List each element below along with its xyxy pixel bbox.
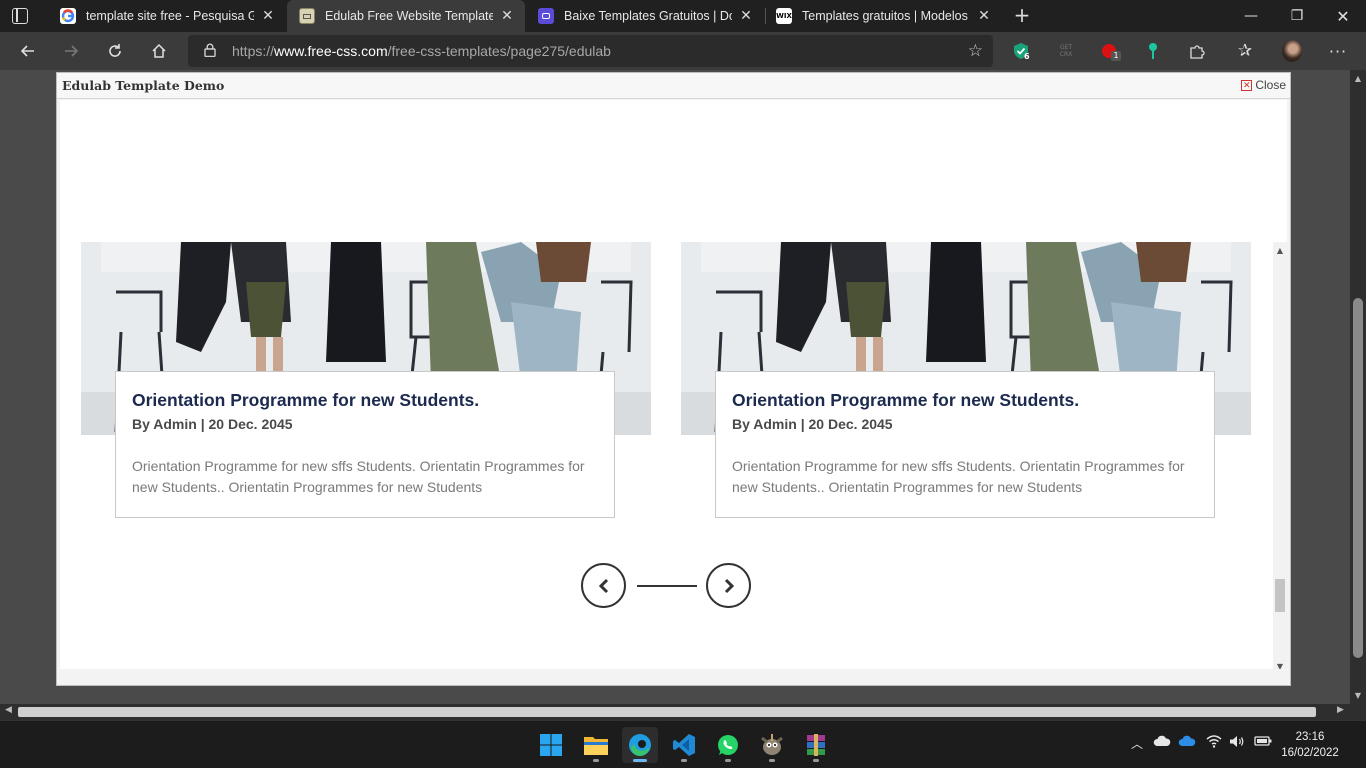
- file-explorer-icon[interactable]: [578, 727, 614, 763]
- battery-icon[interactable]: [1254, 735, 1272, 751]
- card-text: Orientation Programme for new sffs Stude…: [132, 458, 585, 495]
- tab-close-icon[interactable]: ✕: [499, 8, 515, 24]
- iframe-scrollbar[interactable]: ▲ ▼: [1273, 242, 1287, 669]
- page-horizontal-scrollbar[interactable]: ◀ ▶: [0, 704, 1350, 720]
- vscode-icon[interactable]: [666, 727, 702, 763]
- back-icon[interactable]: [13, 36, 43, 66]
- forward-icon[interactable]: [56, 36, 86, 66]
- wifi-icon[interactable]: [1206, 735, 1222, 752]
- gimp-icon[interactable]: [754, 727, 790, 763]
- home-icon[interactable]: [144, 36, 174, 66]
- card-title[interactable]: Orientation Programme for new Students.: [132, 390, 598, 411]
- volume-icon[interactable]: [1229, 735, 1245, 752]
- getcrx-extension-icon[interactable]: GET CRX: [1055, 41, 1077, 61]
- shield-extension-icon[interactable]: 6: [1011, 41, 1031, 61]
- cloud-icon[interactable]: [1153, 735, 1171, 751]
- tab-bar: template site free - Pesquisa Goo ✕ Edul…: [0, 0, 1366, 32]
- scrollbar-corner: [1350, 704, 1366, 720]
- tray-overflow-icon[interactable]: ︿: [1131, 735, 1143, 752]
- scroll-thumb[interactable]: [1275, 579, 1285, 612]
- browser-toolbar: https://www.free-css.com/free-css-templa…: [0, 32, 1366, 70]
- page-vertical-scrollbar[interactable]: ▲ ▼: [1350, 70, 1366, 704]
- modal-title: Edulab Template Demo: [62, 78, 225, 93]
- whatsapp-icon[interactable]: [710, 727, 746, 763]
- tab-label: Baixe Templates Gratuitos | Dow: [564, 9, 732, 23]
- minimize-button[interactable]: —: [1228, 0, 1274, 32]
- key-extension-icon[interactable]: [1143, 41, 1163, 61]
- wix-icon: WIX: [776, 8, 792, 24]
- tab-actions-icon[interactable]: [12, 8, 28, 24]
- chevron-left-icon: [598, 578, 608, 593]
- templates-icon: [538, 8, 554, 24]
- tab-close-icon[interactable]: ✕: [738, 8, 754, 24]
- google-icon: [60, 8, 76, 24]
- new-tab-icon[interactable]: +: [1012, 5, 1032, 25]
- windows-start-icon[interactable]: [533, 727, 569, 763]
- card-meta: By Admin | 20 Dec. 2045: [132, 416, 293, 432]
- tab-baixe-templates[interactable]: Baixe Templates Gratuitos | Dow ✕: [526, 0, 764, 32]
- restore-button[interactable]: ❐: [1274, 0, 1320, 32]
- scroll-up-icon[interactable]: ▲: [1350, 74, 1366, 83]
- edge-icon[interactable]: [622, 727, 658, 763]
- scroll-thumb[interactable]: [18, 707, 1316, 717]
- scroll-left-icon[interactable]: ◀: [5, 705, 12, 715]
- lock-icon[interactable]: [204, 43, 216, 57]
- clock-date: 16/02/2022: [1281, 747, 1339, 759]
- modal-header: Edulab Template Demo ✕ Close: [57, 73, 1290, 99]
- tab-close-icon[interactable]: ✕: [260, 8, 276, 24]
- tab-label: Templates gratuitos | Modelos de: [802, 9, 970, 23]
- tab-edulab[interactable]: Edulab Free Website Template | F ✕: [287, 0, 525, 32]
- favorites-icon[interactable]: ✰: [1235, 41, 1255, 61]
- tab-close-icon[interactable]: ✕: [976, 8, 992, 24]
- address-bar[interactable]: https://www.free-css.com/free-css-templa…: [188, 35, 993, 67]
- card-text: Orientation Programme for new sffs Stude…: [732, 458, 1185, 495]
- tab-wix-templates[interactable]: WIX Templates gratuitos | Modelos de ✕: [764, 0, 1002, 32]
- tab-label: template site free - Pesquisa Goo: [86, 9, 254, 23]
- scroll-thumb[interactable]: [1353, 298, 1363, 658]
- news-card[interactable]: Orientation Programme for new Students. …: [715, 371, 1215, 518]
- demo-iframe: Orientation Programme for new Students. …: [60, 100, 1287, 669]
- card-title[interactable]: Orientation Programme for new Students.: [732, 390, 1198, 411]
- onedrive-icon[interactable]: [1178, 735, 1196, 751]
- extensions-puzzle-icon[interactable]: [1187, 41, 1207, 61]
- more-menu-icon[interactable]: ···: [1328, 41, 1348, 61]
- card-meta: By Admin | 20 Dec. 2045: [732, 416, 893, 432]
- modal-close-button[interactable]: ✕ Close: [1241, 78, 1286, 92]
- hand-extension-icon[interactable]: 1: [1099, 41, 1121, 61]
- winrar-icon[interactable]: [798, 727, 834, 763]
- close-window-button[interactable]: ✕: [1320, 0, 1366, 32]
- tab-google-search[interactable]: template site free - Pesquisa Goo ✕: [48, 0, 286, 32]
- clock-time: 23:16: [1295, 731, 1325, 743]
- slider-divider: [637, 585, 697, 587]
- slider-prev-button[interactable]: [581, 563, 626, 608]
- template-demo-modal: Edulab Template Demo ✕ Close Orientation…: [56, 72, 1291, 686]
- taskbar-clock[interactable]: 23:16 16/02/2022: [1278, 729, 1342, 761]
- refresh-icon[interactable]: [100, 36, 130, 66]
- chevron-right-icon: [724, 578, 734, 593]
- scroll-down-icon[interactable]: ▼: [1350, 691, 1366, 700]
- scroll-up-icon[interactable]: ▲: [1273, 246, 1287, 255]
- windows-taskbar: ︿ 23:16 16/02/2022: [0, 720, 1366, 768]
- news-card[interactable]: Orientation Programme for new Students. …: [115, 371, 615, 518]
- scroll-right-icon[interactable]: ▶: [1337, 705, 1344, 715]
- add-favorite-icon[interactable]: ☆: [968, 41, 983, 61]
- tab-label: Edulab Free Website Template | F: [325, 9, 493, 23]
- close-icon: ✕: [1241, 79, 1253, 91]
- slider-next-button[interactable]: [706, 563, 751, 608]
- url-text: https://www.free-css.com/free-css-templa…: [232, 43, 611, 59]
- scroll-down-icon[interactable]: ▼: [1273, 662, 1287, 669]
- freecss-icon: [299, 8, 315, 24]
- profile-avatar[interactable]: [1282, 40, 1302, 62]
